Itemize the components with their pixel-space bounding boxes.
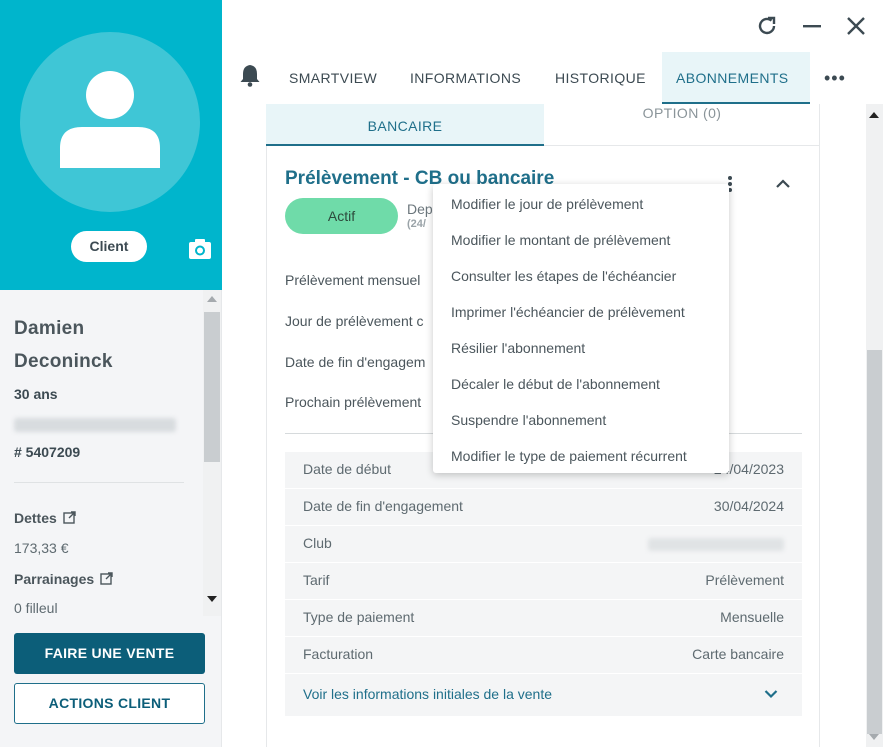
refresh-icon[interactable] [755,14,779,38]
subscription-actions-menu: Modifier le jour de prélèvement Modifier… [433,184,729,473]
client-info-panel: Damien Deconinck 30 ans # 5407209 Dettes… [0,290,203,616]
dettes-value: 173,33 € [14,540,69,556]
minimize-icon[interactable] [800,14,824,38]
tab-smartview[interactable]: SMARTVIEW [289,70,377,86]
row-label: Club [303,535,332,551]
menu-item-imprimer-echeancier[interactable]: Imprimer l'échéancier de prélèvement [433,294,729,330]
dettes-label: Dettes [14,510,57,526]
field-date-fin-engagement: Date de fin d'engagem [285,354,426,370]
menu-item-decaler-debut[interactable]: Décaler le début de l'abonnement [433,366,729,402]
external-link-icon [63,511,76,524]
menu-item-modifier-type-paiement[interactable]: Modifier le type de paiement récurrent [433,438,729,474]
status-detail: Dep [407,201,433,217]
redacted-club-value [648,538,784,551]
client-last-name: Deconinck [14,351,113,372]
row-label: Type de paiement [303,609,415,625]
dettes-link[interactable]: Dettes [14,510,76,526]
scroll-up-arrow-icon[interactable] [207,296,217,302]
parrainages-link[interactable]: Parrainages [14,571,113,587]
row-label: Facturation [303,646,374,662]
avatar [20,32,200,212]
redacted-club-name [14,418,176,432]
row-value: Prélèvement [705,572,784,588]
tab-abonnements[interactable]: ABONNEMENTS [676,70,789,86]
scroll-up-arrow-icon[interactable] [869,112,879,118]
client-sidebar: Client Damien Deconinck 30 ans # 5407209… [0,0,222,747]
scroll-down-arrow-icon[interactable] [207,596,217,602]
scroll-thumb[interactable] [867,350,882,734]
initial-sale-info-link[interactable]: Voir les informations initiales de la ve… [303,686,552,702]
actions-client-button[interactable]: ACTIONS CLIENT [14,683,205,724]
app-window: Client Damien Deconinck 30 ans # 5407209… [0,0,883,747]
menu-item-resilier[interactable]: Résilier l'abonnement [433,330,729,366]
profile-header: Client [0,0,222,290]
bell-icon[interactable] [239,63,261,87]
field-jour-prelevement: Jour de prélèvement c [285,313,424,329]
menu-item-modifier-jour[interactable]: Modifier le jour de prélèvement [433,186,729,222]
client-type-badge: Client [71,231,147,262]
row-value: 30/04/2024 [713,498,784,514]
status-badge: Actif [285,198,398,234]
table-row: Facturation Carte bancaire [285,637,802,674]
scroll-thumb[interactable] [204,312,220,462]
divider [14,482,184,483]
row-value: Carte bancaire [692,646,784,662]
faire-une-vente-button[interactable]: FAIRE UNE VENTE [14,633,205,674]
tab-historique[interactable]: HISTORIQUE [555,70,646,86]
field-prochain-prelevement: Prochain prélèvement [285,394,422,410]
menu-item-suspendre[interactable]: Suspendre l'abonnement [433,402,729,438]
tab-informations[interactable]: INFORMATIONS [410,70,521,86]
camera-icon[interactable] [188,238,212,260]
scroll-down-arrow-icon[interactable] [869,734,879,740]
sidebar-scrollbar[interactable] [203,290,221,616]
main-scrollbar[interactable] [866,104,883,747]
field-prelevement-mensuel: Prélèvement mensuel [285,272,421,288]
menu-item-modifier-montant[interactable]: Modifier le montant de prélèvement [433,222,729,258]
table-row: Club [285,526,802,563]
row-label: Date de fin d'engagement [303,498,463,514]
status-detail-date: (24/ [407,218,426,230]
table-row: Date de fin d'engagement 30/04/2024 [285,489,802,526]
client-first-name: Damien [14,318,85,339]
user-icon [60,71,160,168]
client-age: 30 ans [14,386,58,402]
subscription-details-table: Date de début 24/04/2023 Date de fin d'e… [285,452,802,716]
row-label: Tarif [303,572,330,588]
row-value: Mensuelle [720,609,784,625]
chevron-down-icon[interactable] [764,689,778,699]
table-row: Tarif Prélèvement [285,563,802,600]
chevron-up-icon[interactable] [775,177,791,189]
client-id: # 5407209 [14,444,81,460]
menu-item-consulter-etapes[interactable]: Consulter les étapes de l'échéancier [433,258,729,294]
more-tabs-button[interactable]: ••• [824,69,846,87]
initial-sale-info-toggle[interactable]: Voir les informations initiales de la ve… [285,674,802,716]
external-link-icon [100,572,113,585]
parrainages-value: 0 filleul [14,600,58,616]
table-row: Type de paiement Mensuelle [285,600,802,637]
parrainages-label: Parrainages [14,571,95,587]
subtab-bancaire[interactable]: BANCAIRE [266,104,544,146]
subtab-option[interactable]: OPTION (0) [544,104,820,146]
close-icon[interactable] [844,14,868,38]
row-label: Date de début [303,461,391,477]
